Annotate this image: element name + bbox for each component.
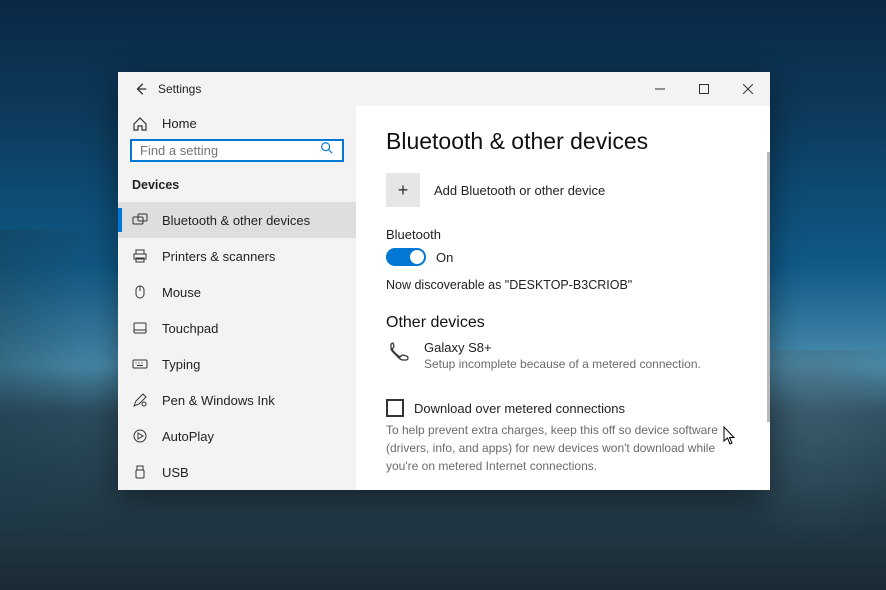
metered-checkbox-row: Download over metered connections bbox=[386, 399, 740, 417]
device-status: Setup incomplete because of a metered co… bbox=[424, 357, 701, 371]
nav-item-label: Bluetooth & other devices bbox=[162, 213, 310, 228]
metered-help-text: To help prevent extra charges, keep this… bbox=[386, 421, 740, 475]
nav-item-printers-scanners[interactable]: Printers & scanners bbox=[118, 238, 356, 274]
add-device-button[interactable]: + Add Bluetooth or other device bbox=[386, 173, 740, 207]
bluetooth-toggle[interactable] bbox=[386, 248, 426, 266]
back-button[interactable] bbox=[126, 74, 156, 104]
nav-item-touchpad[interactable]: Touchpad bbox=[118, 310, 356, 346]
maximize-icon bbox=[699, 84, 709, 94]
nav-item-label: Pen & Windows Ink bbox=[162, 393, 275, 408]
window-controls bbox=[638, 72, 770, 106]
sidebar-section-label: Devices bbox=[118, 172, 356, 202]
minimize-button[interactable] bbox=[638, 72, 682, 106]
window-title: Settings bbox=[158, 82, 201, 96]
nav-item-pen-windows-ink[interactable]: Pen & Windows Ink bbox=[118, 382, 356, 418]
window-body: Home Devices Bluetooth & other devices Pr… bbox=[118, 106, 770, 490]
sidebar-home-label: Home bbox=[162, 116, 197, 131]
keyboard-icon bbox=[132, 356, 148, 372]
plus-icon: + bbox=[386, 173, 420, 207]
discoverable-text: Now discoverable as "DESKTOP-B3CRIOB" bbox=[386, 278, 740, 292]
sidebar-home[interactable]: Home bbox=[118, 114, 356, 133]
scrollbar[interactable] bbox=[767, 152, 770, 422]
add-device-label: Add Bluetooth or other device bbox=[434, 183, 605, 198]
settings-window: Settings Home bbox=[118, 72, 770, 490]
bluetooth-label: Bluetooth bbox=[386, 227, 740, 242]
bluetooth-toggle-row: On bbox=[386, 248, 740, 266]
content-pane: Bluetooth & other devices + Add Bluetoot… bbox=[356, 106, 770, 490]
nav-item-label: Touchpad bbox=[162, 321, 218, 336]
maximize-button[interactable] bbox=[682, 72, 726, 106]
autoplay-icon bbox=[132, 428, 148, 444]
minimize-icon bbox=[655, 84, 665, 94]
nav-item-mouse[interactable]: Mouse bbox=[118, 274, 356, 310]
pen-icon bbox=[132, 392, 148, 408]
home-icon bbox=[132, 116, 148, 132]
nav-item-label: USB bbox=[162, 465, 189, 480]
device-info: Galaxy S8+ Setup incomplete because of a… bbox=[424, 340, 701, 371]
bluetooth-devices-icon bbox=[132, 212, 148, 228]
sidebar: Home Devices Bluetooth & other devices Pr… bbox=[118, 106, 356, 490]
phone-icon bbox=[386, 340, 412, 369]
metered-checkbox-label: Download over metered connections bbox=[414, 401, 625, 416]
close-icon bbox=[743, 84, 753, 94]
other-devices-heading: Other devices bbox=[386, 314, 740, 332]
nav-item-typing[interactable]: Typing bbox=[118, 346, 356, 382]
nav-item-bluetooth-other-devices[interactable]: Bluetooth & other devices bbox=[118, 202, 356, 238]
printer-icon bbox=[132, 248, 148, 264]
close-button[interactable] bbox=[726, 72, 770, 106]
search-input[interactable] bbox=[140, 143, 320, 158]
back-arrow-icon bbox=[134, 82, 148, 96]
device-name: Galaxy S8+ bbox=[424, 340, 701, 355]
metered-checkbox[interactable] bbox=[386, 399, 404, 417]
nav-item-label: Typing bbox=[162, 357, 200, 372]
toggle-knob bbox=[410, 250, 424, 264]
mouse-icon bbox=[132, 284, 148, 300]
touchpad-icon bbox=[132, 320, 148, 336]
usb-icon bbox=[132, 464, 148, 480]
nav-item-label: Mouse bbox=[162, 285, 201, 300]
bluetooth-toggle-state: On bbox=[436, 250, 453, 265]
nav-item-label: AutoPlay bbox=[162, 429, 214, 444]
nav-item-usb[interactable]: USB bbox=[118, 454, 356, 490]
search-icon bbox=[320, 141, 334, 160]
device-item[interactable]: Galaxy S8+ Setup incomplete because of a… bbox=[386, 340, 740, 371]
nav-item-autoplay[interactable]: AutoPlay bbox=[118, 418, 356, 454]
titlebar: Settings bbox=[118, 72, 770, 106]
search-box[interactable] bbox=[130, 139, 344, 162]
page-heading: Bluetooth & other devices bbox=[386, 128, 740, 155]
nav-list: Bluetooth & other devices Printers & scan… bbox=[118, 202, 356, 490]
nav-item-label: Printers & scanners bbox=[162, 249, 275, 264]
